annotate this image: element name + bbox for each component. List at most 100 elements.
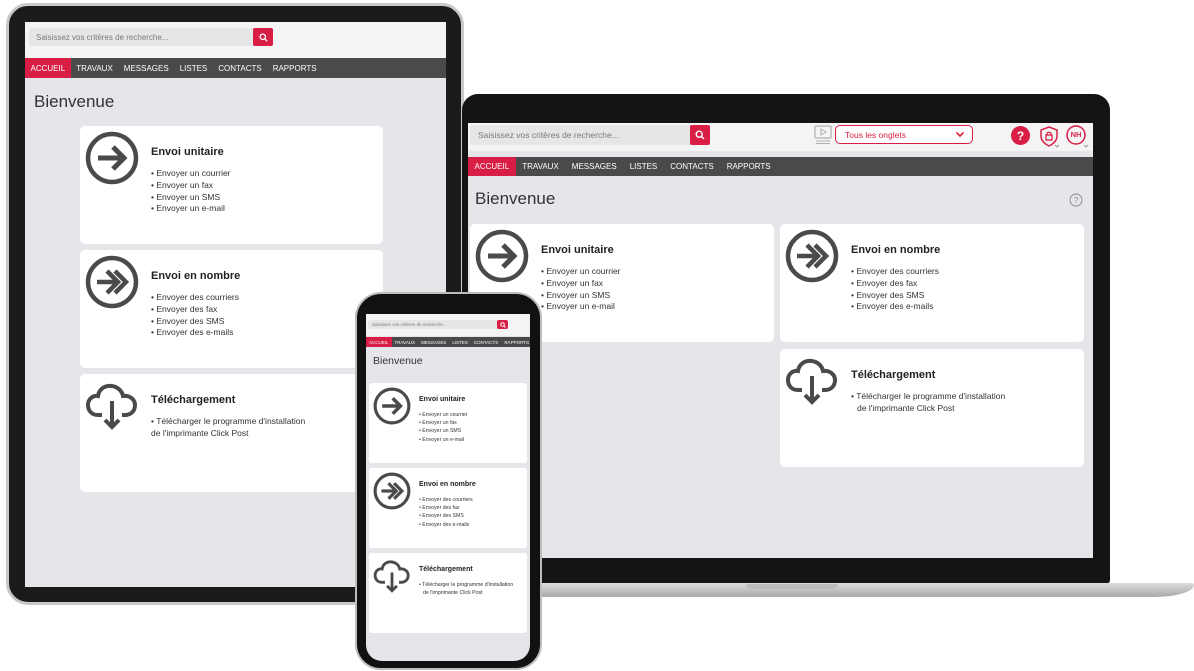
link-envoyer-sms[interactable]: Envoyer un SMS: [541, 290, 621, 302]
link-envoyer-sms-multi[interactable]: Envoyer des SMS: [151, 316, 239, 328]
search-input[interactable]: Saisissez vos critères de recherche...: [368, 320, 508, 329]
laptop-screen: Saisissez vos critères de recherche... T…: [468, 123, 1093, 558]
card-envoi-unitaire[interactable]: Envoi unitaire Envoyer un courrier Envoy…: [80, 126, 383, 244]
card-title: Envoi en nombre: [851, 244, 941, 256]
tabs-selector-value: Tous les onglets: [845, 129, 906, 140]
link-envoyer-fax-multi[interactable]: Envoyer des fax: [419, 504, 473, 512]
help-circle-icon[interactable]: ?: [1069, 193, 1083, 207]
main-nav: ACCUEIL TRAVAUX MESSAGES LISTES CONTACTS…: [366, 337, 530, 347]
tab-contacts[interactable]: CONTACTS: [664, 157, 720, 176]
search-input[interactable]: Saisissez vos critères de recherche...: [470, 125, 710, 145]
tab-rapports[interactable]: RAPPORTS: [267, 58, 322, 78]
link-envoyer-sms[interactable]: Envoyer un SMS: [419, 427, 468, 435]
link-envoyer-fax-multi[interactable]: Envoyer des fax: [851, 278, 939, 290]
help-button[interactable]: ?: [1011, 126, 1030, 145]
card-telechargement[interactable]: Téléchargement Télécharger le programme …: [369, 553, 527, 633]
tab-travaux[interactable]: TRAVAUX: [392, 337, 419, 347]
link-telecharger-programme[interactable]: Télécharger le programme d'installation: [419, 581, 513, 589]
link-envoyer-fax[interactable]: Envoyer un fax: [419, 419, 468, 427]
tab-accueil[interactable]: ACCUEIL: [366, 337, 392, 347]
search-icon: [695, 130, 705, 140]
link-envoyer-email[interactable]: Envoyer un e-mail: [151, 203, 231, 215]
link-envoyer-courrier[interactable]: Envoyer un courrier: [419, 411, 467, 419]
link-envoyer-emails[interactable]: Envoyer des e-mails: [151, 327, 239, 339]
search-button[interactable]: [690, 125, 710, 145]
tab-accueil[interactable]: ACCUEIL: [25, 58, 71, 78]
shield-lock-icon[interactable]: [1039, 125, 1061, 149]
double-arrow-circle-icon: [785, 229, 839, 283]
card-envoi-unitaire[interactable]: Envoi unitaire Envoyer un courrier Envoy…: [369, 383, 527, 463]
tab-travaux[interactable]: TRAVAUX: [516, 157, 566, 176]
search-button[interactable]: [497, 320, 508, 329]
search-placeholder: Saisissez vos critères de recherche...: [478, 130, 619, 140]
tab-messages[interactable]: MESSAGES: [565, 157, 623, 176]
link-imprimante[interactable]: de l'imprimante Click Post: [419, 589, 513, 597]
link-envoyer-courriers[interactable]: Envoyer des courriers: [851, 266, 939, 278]
tab-listes[interactable]: LISTES: [623, 157, 664, 176]
link-imprimante[interactable]: de l'imprimante Click Post: [851, 403, 1005, 415]
cloud-download-icon: [373, 560, 410, 593]
tab-accueil[interactable]: ACCUEIL: [468, 157, 516, 176]
tab-listes[interactable]: LISTES: [174, 58, 213, 78]
top-bar: Saisissez vos critères de recherche... T…: [468, 123, 1093, 151]
tab-contacts[interactable]: CONTACTS: [471, 337, 501, 347]
link-envoyer-fax-multi[interactable]: Envoyer des fax: [151, 304, 239, 316]
link-imprimante-text: de l'imprimante Click Post: [423, 590, 483, 597]
avatar[interactable]: NH: [1066, 125, 1090, 149]
tab-contacts[interactable]: CONTACTS: [213, 58, 267, 78]
card-links: Télécharger le programme d'installation …: [419, 581, 513, 597]
card-envoi-en-nombre[interactable]: Envoi en nombre Envoyer des courriers En…: [780, 224, 1084, 342]
link-envoyer-sms-multi[interactable]: Envoyer des SMS: [419, 512, 473, 520]
main-nav: ACCUEIL TRAVAUX MESSAGES LISTES CONTACTS…: [468, 157, 1093, 176]
link-envoyer-email[interactable]: Envoyer un e-mail: [541, 301, 621, 313]
tab-listes[interactable]: LISTES: [449, 337, 471, 347]
page-title: Bienvenue: [373, 355, 423, 367]
card-links: Envoyer des courriers Envoyer des fax En…: [851, 266, 939, 313]
search-icon: [258, 32, 268, 42]
arrow-circle-icon: [475, 229, 529, 283]
link-imprimante[interactable]: de l'imprimante Click Post: [151, 428, 305, 440]
link-envoyer-emails[interactable]: Envoyer des e-mails: [851, 301, 939, 313]
link-imprimante-text: de l'imprimante Click Post: [857, 402, 955, 413]
link-envoyer-courrier[interactable]: Envoyer un courrier: [541, 266, 620, 278]
card-telechargement[interactable]: Téléchargement Télécharger le programme …: [80, 374, 383, 492]
tab-messages[interactable]: MESSAGES: [118, 58, 174, 78]
top-bar: Saisissez vos critères de recherche...: [25, 22, 446, 58]
card-telechargement[interactable]: Téléchargement Télécharger le programme …: [780, 349, 1084, 467]
card-links: Envoyer un courrier Envoyer un fax Envoy…: [419, 411, 468, 444]
tabs-selector[interactable]: Tous les onglets: [835, 125, 973, 144]
avatar-initials: NH: [1070, 130, 1082, 139]
phone-notch: [400, 300, 496, 312]
link-envoyer-fax[interactable]: Envoyer un fax: [541, 278, 621, 290]
double-arrow-circle-icon: [373, 472, 411, 510]
link-envoyer-courriers[interactable]: Envoyer des courriers: [151, 292, 239, 304]
search-input[interactable]: Saisissez vos critères de recherche...: [29, 28, 273, 46]
tab-rapports[interactable]: RAPPORTS: [501, 337, 530, 347]
monitor-play-icon[interactable]: [814, 125, 832, 145]
card-title: Envoi unitaire: [419, 396, 466, 403]
link-envoyer-fax[interactable]: Envoyer un fax: [151, 180, 231, 192]
tab-messages[interactable]: MESSAGES: [418, 337, 449, 347]
tab-travaux[interactable]: TRAVAUX: [71, 58, 119, 78]
card-envoi-en-nombre[interactable]: Envoi en nombre Envoyer des courriers En…: [80, 250, 383, 368]
card-links: Envoyer un courrier Envoyer un fax Envoy…: [541, 266, 621, 313]
link-envoyer-sms-multi[interactable]: Envoyer des SMS: [851, 290, 939, 302]
link-telecharger-programme[interactable]: Télécharger le programme d'installation: [851, 391, 1005, 403]
search-button[interactable]: [253, 28, 273, 46]
arrow-circle-icon: [85, 131, 139, 185]
link-envoyer-courriers[interactable]: Envoyer des courriers: [419, 496, 472, 504]
card-title: Envoi unitaire: [541, 244, 614, 256]
link-envoyer-courrier[interactable]: Envoyer un courrier: [151, 168, 230, 180]
tab-rapports[interactable]: RAPPORTS: [720, 157, 777, 176]
link-envoyer-emails[interactable]: Envoyer des e-mails: [419, 521, 473, 529]
link-envoyer-sms[interactable]: Envoyer un SMS: [151, 192, 231, 204]
card-title: Téléchargement: [419, 566, 473, 573]
card-title: Téléchargement: [851, 369, 936, 381]
card-envoi-en-nombre[interactable]: Envoi en nombre Envoyer des courriers En…: [369, 468, 527, 548]
card-links: Envoyer un courrier Envoyer un fax Envoy…: [151, 168, 231, 215]
link-envoyer-email[interactable]: Envoyer un e-mail: [419, 436, 468, 444]
top-bar: Saisissez vos critères de recherche...: [366, 314, 530, 336]
link-telecharger-programme[interactable]: Télécharger le programme d'installation: [151, 416, 305, 428]
link-imprimante-text: de l'imprimante Click Post: [151, 427, 249, 438]
arrow-circle-icon: [373, 387, 411, 425]
